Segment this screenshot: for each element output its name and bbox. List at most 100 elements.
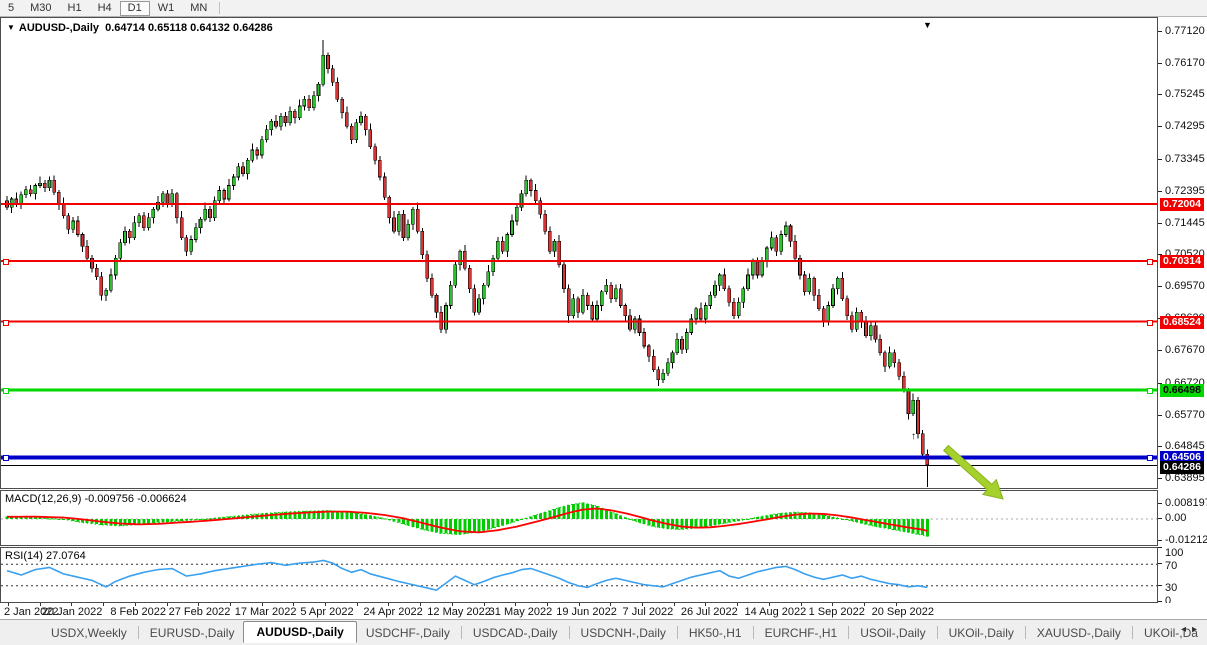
tab-scroll-arrows: ◂▸ (1181, 624, 1203, 635)
tab-separator (569, 626, 570, 639)
chart-ohlc-readout: ▼ AUDUSD-,Daily 0.64714 0.65118 0.64132 0… (7, 22, 273, 34)
date-label: 24 Apr 2022 (363, 606, 422, 618)
tab-scroll-right-icon[interactable]: ▸ (1192, 624, 1203, 635)
rsi-tick-label: 100 (1165, 547, 1183, 559)
chart-tab-usdcad-daily[interactable]: USDCAD-,Daily (464, 623, 567, 643)
rsi-tick-label: 70 (1165, 560, 1177, 572)
price-scale[interactable]: 0.771200.761700.752450.742950.733450.723… (1158, 17, 1207, 619)
timeframe-button-m30[interactable]: M30 (22, 1, 59, 15)
date-label: 27 Feb 2022 (169, 606, 231, 618)
rsi-tick (1158, 585, 1162, 586)
tab-separator (848, 626, 849, 639)
macd-tick (1158, 503, 1162, 504)
level-line-handle[interactable] (1147, 455, 1153, 461)
price-tick-label: 0.75245 (1165, 88, 1205, 100)
price-tick (1158, 191, 1162, 192)
chart-tab-eurchf-h1[interactable]: EURCHF-,H1 (756, 623, 847, 643)
chart-tab-usdchf-daily[interactable]: USDCHF-,Daily (357, 623, 459, 643)
level-line-handle[interactable] (1147, 259, 1153, 265)
level-price-badge: 0.68524 (1160, 316, 1204, 329)
horizontal-level-line[interactable] (1, 389, 1157, 392)
macd-tick-label: 0.00 (1165, 512, 1186, 524)
level-line-handle[interactable] (3, 388, 9, 394)
chart-tab-hk50-h1[interactable]: HK50-,H1 (680, 623, 751, 643)
timeframe-button-h1[interactable]: H1 (60, 1, 90, 15)
level-line-handle[interactable] (1147, 320, 1153, 326)
price-tick (1158, 446, 1162, 447)
mt4-chart-window: 5M30H1H4D1W1MN ▼ AUDUSD-,Daily 0.64714 0.… (0, 0, 1207, 645)
price-tick (1158, 286, 1162, 287)
chart-symbol: AUDUSD-,Daily (19, 22, 99, 34)
date-label: 8 Feb 2022 (110, 606, 166, 618)
rsi-tick-label: 30 (1165, 582, 1177, 594)
chart-tab-ukoil-daily[interactable]: UKOil-,Daily (940, 623, 1023, 643)
chart-ohlc-values: 0.64714 0.65118 0.64132 0.64286 (105, 22, 273, 34)
rsi-indicator-panel[interactable]: RSI(14) 27.0764 (0, 547, 1158, 603)
level-line-handle[interactable] (3, 259, 9, 265)
current-bar-marker-icon: ▼ (923, 21, 932, 29)
tab-separator (937, 626, 938, 639)
price-tick-label: 0.72395 (1165, 185, 1205, 197)
horizontal-level-line[interactable] (1, 321, 1157, 323)
time-scale[interactable]: 2 Jan 202220 Jan 20228 Feb 202227 Feb 20… (0, 603, 1207, 619)
chart-tab-xauusd-daily[interactable]: XAUUSD-,Daily (1028, 623, 1130, 643)
timeframe-button-w1[interactable]: W1 (150, 1, 183, 15)
level-line-handle[interactable] (3, 320, 9, 326)
chart-tab-usdx-weekly[interactable]: USDX,Weekly (42, 623, 136, 643)
level-line-handle[interactable] (1147, 388, 1153, 394)
level-price-badge: 0.72004 (1160, 198, 1204, 211)
price-tick-label: 0.63895 (1165, 472, 1205, 484)
horizontal-level-line[interactable] (1, 260, 1157, 262)
price-tick (1158, 94, 1162, 95)
level-line-handle[interactable] (3, 455, 9, 461)
level-price-badge: 0.66498 (1160, 384, 1204, 397)
macd-tick-label: -0.012123 (1165, 534, 1207, 546)
price-tick (1158, 415, 1162, 416)
date-label: 5 Apr 2022 (300, 606, 353, 618)
price-tick-label: 0.71445 (1165, 217, 1205, 229)
date-label: 17 Mar 2022 (235, 606, 297, 618)
date-label: 31 May 2022 (489, 606, 553, 618)
macd-tick-label: 0.008197 (1165, 497, 1207, 509)
symbol-dropdown-icon[interactable]: ▼ (7, 23, 15, 32)
macd-tick (1158, 518, 1162, 519)
rsi-tick (1158, 547, 1162, 548)
price-tick-label: 0.73345 (1165, 153, 1205, 165)
chart-tab-usoil-daily[interactable]: USOil-,Daily (851, 623, 934, 643)
date-label: 26 Jul 2022 (681, 606, 738, 618)
rsi-label: RSI(14) 27.0764 (5, 550, 86, 562)
tab-separator (138, 626, 139, 639)
date-label: 1 Sep 2022 (809, 606, 865, 618)
timeframe-button-mn[interactable]: MN (182, 1, 215, 15)
timeframe-button-d1[interactable]: D1 (120, 1, 150, 16)
date-label: 7 Jul 2022 (623, 606, 674, 618)
horizontal-level-line[interactable] (1, 203, 1157, 205)
time-tick (674, 603, 675, 606)
timeframe-button-h4[interactable]: H4 (90, 1, 120, 15)
date-label: 14 Aug 2022 (744, 606, 806, 618)
chart-tab-audusd-daily[interactable]: AUDUSD-,Daily (243, 621, 356, 643)
timeframe-button-5[interactable]: 5 (0, 1, 22, 15)
tab-scroll-left-icon[interactable]: ◂ (1181, 624, 1192, 635)
time-tick (103, 603, 104, 606)
current-price-badge: 0.64286 (1160, 461, 1204, 474)
rsi-plot (1, 548, 1157, 602)
price-tick-label: 0.76170 (1165, 57, 1205, 69)
price-tick-label: 0.65770 (1165, 409, 1205, 421)
date-label: 12 May 2022 (427, 606, 491, 618)
tab-separator (461, 626, 462, 639)
tab-separator (677, 626, 678, 639)
price-tick (1158, 31, 1162, 32)
down-arrow-annotation[interactable] (930, 430, 1020, 510)
toolbar-divider (219, 2, 220, 14)
price-chart-panel[interactable]: ▼ AUDUSD-,Daily 0.64714 0.65118 0.64132 0… (0, 17, 1158, 489)
chart-tab-bar: USDX,WeeklyEURUSD-,DailyAUDUSD-,DailyUSD… (0, 619, 1207, 645)
chart-tab-eurusd-daily[interactable]: EURUSD-,Daily (141, 623, 244, 643)
macd-label: MACD(12,26,9) -0.009756 -0.006624 (5, 493, 187, 505)
price-tick-label: 0.74295 (1165, 120, 1205, 132)
chart-tab-usdcnh-daily[interactable]: USDCNH-,Daily (572, 623, 675, 643)
price-tick (1158, 223, 1162, 224)
price-tick (1158, 63, 1162, 64)
rsi-tick (1158, 601, 1162, 602)
candlestick-chart (1, 18, 1157, 488)
